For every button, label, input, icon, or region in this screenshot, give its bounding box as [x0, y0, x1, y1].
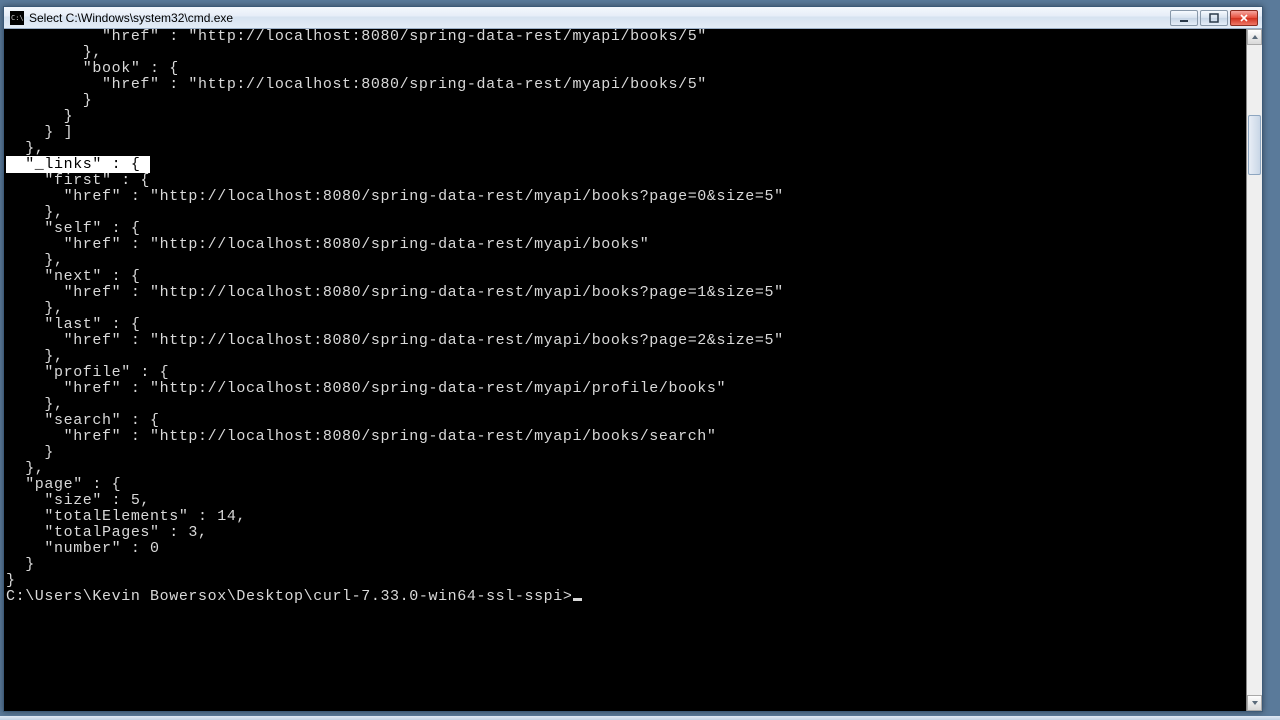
- title-bar[interactable]: Select C:\Windows\system32\cmd.exe: [4, 7, 1262, 29]
- window-controls: [1170, 10, 1258, 26]
- prompt-text: C:\Users\Kevin Bowersox\Desktop\curl-7.3…: [6, 588, 573, 605]
- scroll-up-button[interactable]: [1247, 29, 1262, 45]
- scroll-track[interactable]: [1247, 45, 1262, 695]
- terminal-line: "first" : {: [6, 173, 1246, 189]
- close-button[interactable]: [1230, 10, 1258, 26]
- window-title: Select C:\Windows\system32\cmd.exe: [29, 11, 233, 25]
- prompt-line[interactable]: C:\Users\Kevin Bowersox\Desktop\curl-7.3…: [6, 589, 1246, 605]
- terminal-line: "number" : 0: [6, 541, 1246, 557]
- terminal-line: },: [6, 349, 1246, 365]
- terminal-line: }: [6, 93, 1246, 109]
- terminal-line: }: [6, 573, 1246, 589]
- terminal-line: "profile" : {: [6, 365, 1246, 381]
- maximize-button[interactable]: [1200, 10, 1228, 26]
- terminal-line: "href" : "http://localhost:8080/spring-d…: [6, 381, 1246, 397]
- terminal-line: "self" : {: [6, 221, 1246, 237]
- terminal-line: },: [6, 397, 1246, 413]
- terminal-line: "next" : {: [6, 269, 1246, 285]
- terminal-line: "search" : {: [6, 413, 1246, 429]
- cmd-window: Select C:\Windows\system32\cmd.exe "href…: [3, 6, 1263, 712]
- terminal-line: "totalPages" : 3,: [6, 525, 1246, 541]
- scroll-thumb[interactable]: [1248, 115, 1261, 175]
- terminal-line: "href" : "http://localhost:8080/spring-d…: [6, 429, 1246, 445]
- minimize-button[interactable]: [1170, 10, 1198, 26]
- terminal-line: },: [6, 45, 1246, 61]
- scrollbar-vertical[interactable]: [1246, 29, 1262, 711]
- terminal-line: "href" : "http://localhost:8080/spring-d…: [6, 333, 1246, 349]
- terminal-line: "href" : "http://localhost:8080/spring-d…: [6, 77, 1246, 93]
- terminal-line: "href" : "http://localhost:8080/spring-d…: [6, 285, 1246, 301]
- terminal-line: },: [6, 141, 1246, 157]
- terminal-output[interactable]: "href" : "http://localhost:8080/spring-d…: [4, 29, 1246, 711]
- terminal-line: } ]: [6, 125, 1246, 141]
- scroll-down-button[interactable]: [1247, 695, 1262, 711]
- terminal-line: }: [6, 445, 1246, 461]
- terminal-line: }: [6, 557, 1246, 573]
- terminal-line-highlight: "_links" : {: [6, 157, 1246, 173]
- terminal-line: },: [6, 205, 1246, 221]
- terminal-line: "page" : {: [6, 477, 1246, 493]
- cursor: [573, 598, 582, 601]
- terminal-line: "totalElements" : 14,: [6, 509, 1246, 525]
- taskbar: [0, 716, 1280, 720]
- terminal-line: "size" : 5,: [6, 493, 1246, 509]
- terminal-line: },: [6, 253, 1246, 269]
- terminal-line: "href" : "http://localhost:8080/spring-d…: [6, 189, 1246, 205]
- terminal-line: "last" : {: [6, 317, 1246, 333]
- terminal-line: "href" : "http://localhost:8080/spring-d…: [6, 237, 1246, 253]
- cmd-icon: [10, 11, 24, 25]
- terminal-line: },: [6, 301, 1246, 317]
- terminal-line: "href" : "http://localhost:8080/spring-d…: [6, 29, 1246, 45]
- terminal-line: },: [6, 461, 1246, 477]
- terminal-line: }: [6, 109, 1246, 125]
- terminal-line: "book" : {: [6, 61, 1246, 77]
